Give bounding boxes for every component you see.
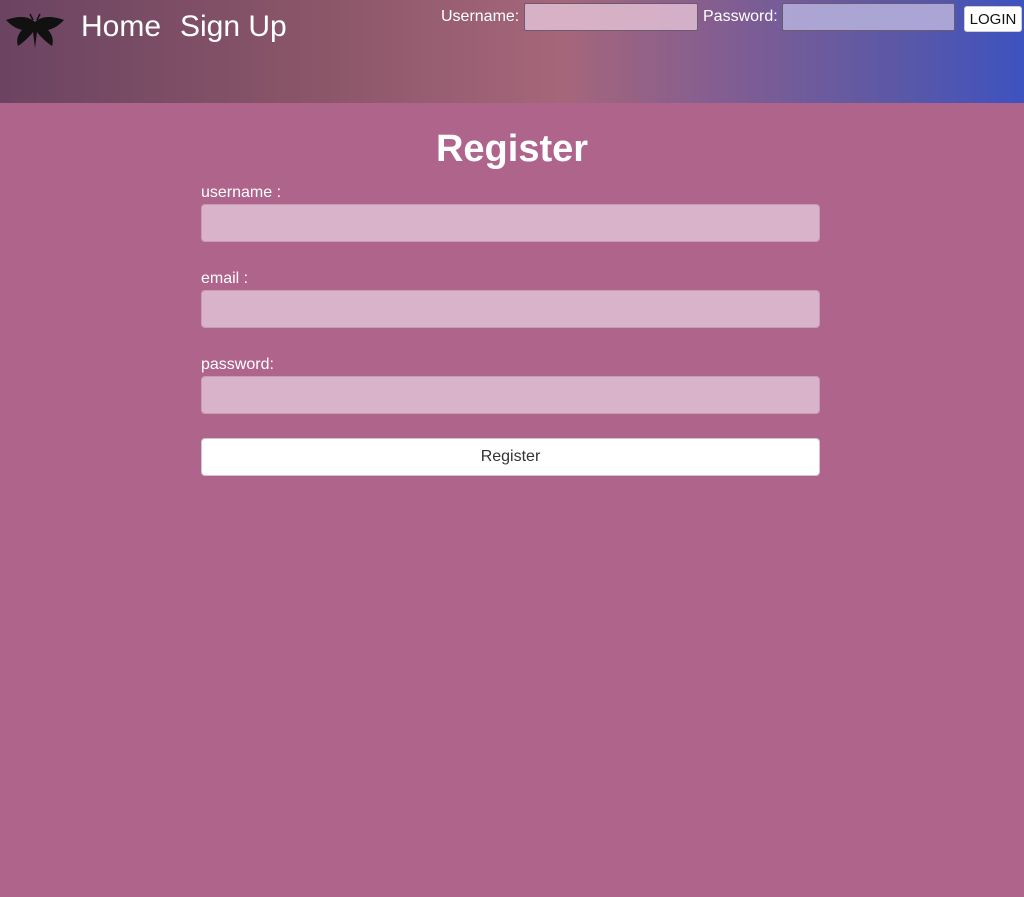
login-password-input[interactable] bbox=[782, 3, 955, 31]
nav-signup-link[interactable]: Sign Up bbox=[180, 9, 287, 45]
login-password-label: Password: bbox=[703, 8, 778, 25]
password-field[interactable] bbox=[201, 376, 820, 414]
email-label: email : bbox=[201, 270, 249, 287]
login-username-input[interactable] bbox=[524, 3, 698, 31]
register-button[interactable]: Register bbox=[201, 438, 820, 476]
moth-icon bbox=[6, 13, 64, 48]
top-navbar: Home Sign Up Username: Password: LOGIN bbox=[0, 0, 1024, 103]
login-username-label: Username: bbox=[441, 8, 520, 25]
page-title: Register bbox=[435, 128, 589, 170]
email-field[interactable] bbox=[201, 290, 820, 328]
password-label: password: bbox=[201, 356, 274, 373]
username-label: username : bbox=[201, 184, 282, 201]
username-field[interactable] bbox=[201, 204, 820, 242]
login-button[interactable]: LOGIN bbox=[964, 6, 1022, 32]
nav-home-link[interactable]: Home bbox=[81, 9, 161, 45]
